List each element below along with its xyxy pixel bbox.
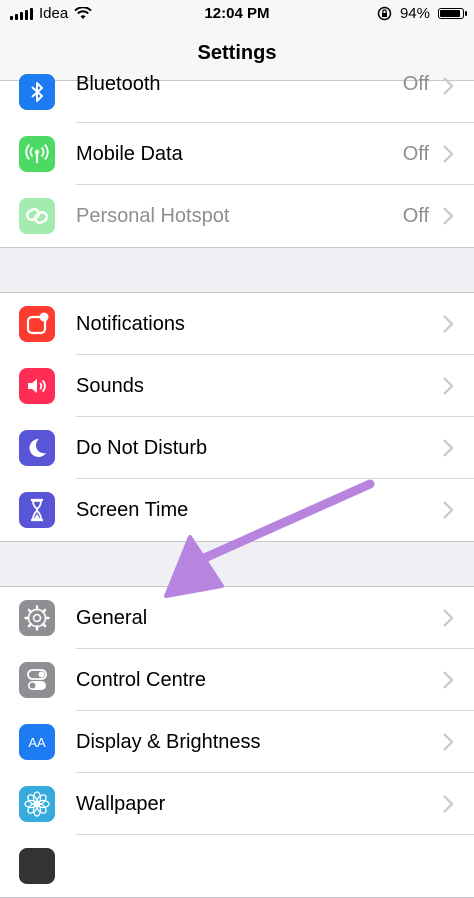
settings-row-value: Off xyxy=(402,73,429,95)
chevron-right-icon xyxy=(443,501,454,519)
notifications-icon xyxy=(19,306,55,342)
settings-row-label: Wallpaper xyxy=(76,792,166,815)
text-size-glyph: AA xyxy=(28,734,46,750)
chevron-right-icon xyxy=(443,315,454,333)
flower-icon xyxy=(19,786,55,822)
settings-group-notifications: Notifications Sounds Do Not Disturb Scre… xyxy=(0,292,474,542)
chevron-right-icon xyxy=(443,671,454,689)
settings-row-personal-hotspot[interactable]: Personal Hotspot Off xyxy=(0,185,474,247)
settings-row-general[interactable]: General xyxy=(0,587,474,649)
siri-icon xyxy=(19,848,55,884)
toggles-icon xyxy=(19,662,55,698)
settings-row-wallpaper[interactable]: Wallpaper xyxy=(0,773,474,835)
battery-percent: 94% xyxy=(399,5,430,22)
chevron-right-icon xyxy=(443,377,454,395)
settings-row-label: Bluetooth xyxy=(76,73,161,95)
status-bar: Idea 12:04 PM 94% xyxy=(0,0,474,28)
settings-row-bluetooth[interactable]: Bluetooth Off xyxy=(0,73,474,123)
chevron-right-icon xyxy=(443,795,454,813)
settings-row-sounds[interactable]: Sounds xyxy=(0,355,474,417)
settings-row-label: Mobile Data xyxy=(76,142,183,165)
settings-row-value: Off xyxy=(402,204,429,227)
chevron-right-icon xyxy=(443,145,454,163)
settings-row-label: Sounds xyxy=(76,374,144,397)
chevron-right-icon xyxy=(443,207,454,225)
text-size-icon: AA xyxy=(19,724,55,760)
settings-list: Bluetooth Off Mobile Data Off Personal H… xyxy=(0,73,474,898)
chevron-right-icon xyxy=(443,733,454,751)
hotspot-icon xyxy=(19,198,55,234)
settings-row-label: Personal Hotspot xyxy=(76,204,230,227)
settings-row-screen-time[interactable]: Screen Time xyxy=(0,479,474,541)
settings-row-display-brightness[interactable]: AA Display & Brightness xyxy=(0,711,474,773)
chevron-right-icon xyxy=(443,77,454,95)
settings-row-label: Control Centre xyxy=(76,668,207,691)
settings-row-notifications[interactable]: Notifications xyxy=(0,293,474,355)
battery-icon xyxy=(438,8,467,19)
speaker-icon xyxy=(19,368,55,404)
bluetooth-icon xyxy=(19,74,55,110)
rotation-lock-icon xyxy=(377,6,392,21)
hourglass-icon xyxy=(19,492,55,528)
gear-icon xyxy=(19,600,55,636)
settings-group-general: General Control Centre AA Display & Brig… xyxy=(0,586,474,898)
settings-row-label: Display & Brightness xyxy=(76,730,261,753)
settings-row-next[interactable] xyxy=(0,835,474,897)
settings-row-mobile-data[interactable]: Mobile Data Off xyxy=(0,123,474,185)
chevron-right-icon xyxy=(443,439,454,457)
settings-row-control-centre[interactable]: Control Centre xyxy=(0,649,474,711)
settings-row-label: Screen Time xyxy=(76,498,189,521)
settings-row-label: Notifications xyxy=(76,312,185,335)
settings-row-value: Off xyxy=(402,142,429,165)
chevron-right-icon xyxy=(443,609,454,627)
settings-row-label: General xyxy=(76,606,148,629)
settings-row-do-not-disturb[interactable]: Do Not Disturb xyxy=(0,417,474,479)
antenna-icon xyxy=(19,136,55,172)
settings-group-connectivity: Bluetooth Off Mobile Data Off Personal H… xyxy=(0,73,474,248)
settings-row-label: Do Not Disturb xyxy=(76,436,208,459)
moon-icon xyxy=(19,430,55,466)
